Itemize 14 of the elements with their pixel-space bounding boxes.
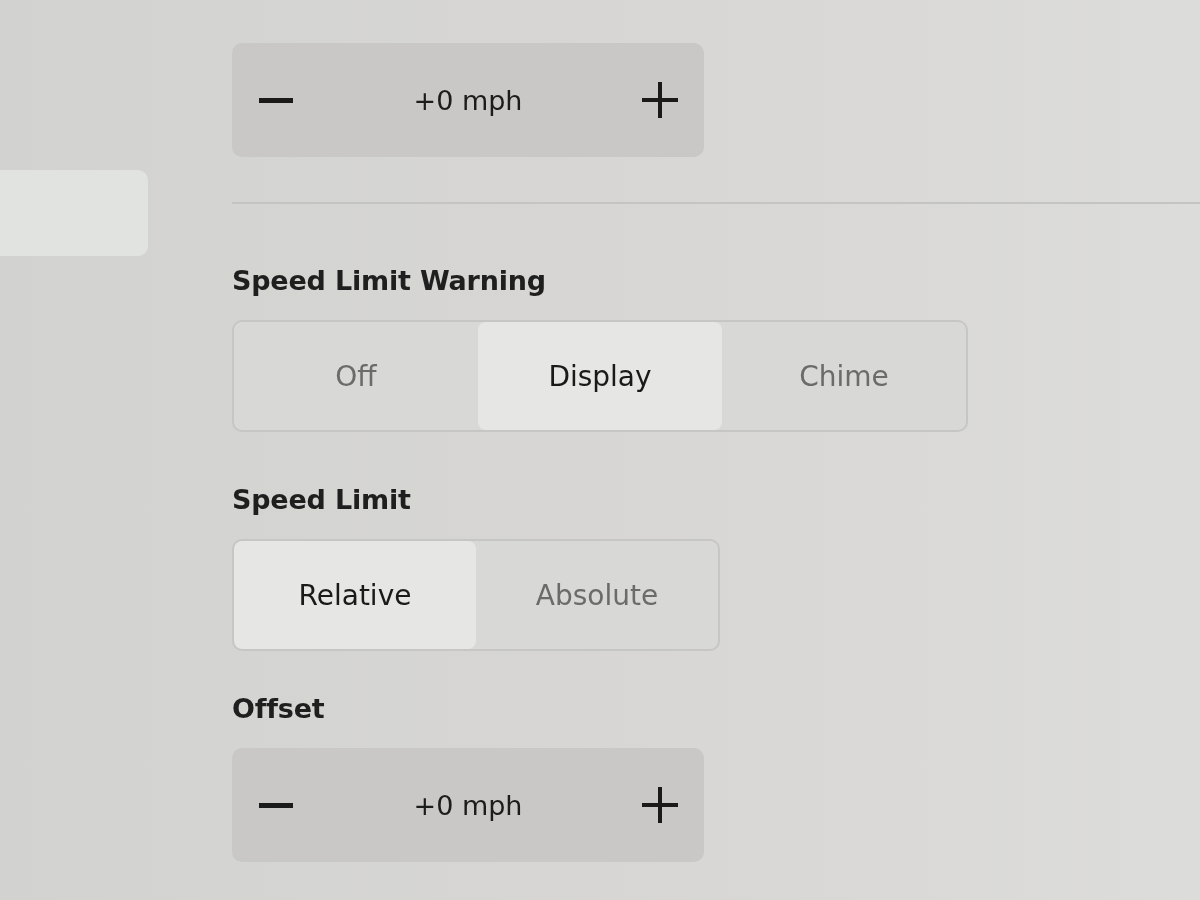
section-label: Offset <box>232 692 325 726</box>
segment-option[interactable]: Absolute <box>476 541 718 649</box>
plus-icon <box>642 82 678 118</box>
section-label: Speed Limit <box>232 483 411 517</box>
section-label: Speed Limit Warning <box>232 264 546 298</box>
segment-option[interactable]: Chime <box>722 322 966 430</box>
minus-icon <box>259 802 293 808</box>
segment-option[interactable]: Relative <box>234 541 476 649</box>
segment-option[interactable]: Display <box>478 322 722 430</box>
segment-option[interactable]: Off <box>234 322 478 430</box>
minus-icon <box>259 97 293 103</box>
stepper-value: +0 mph <box>413 789 523 821</box>
stepper-value: +0 mph <box>413 84 523 116</box>
plus-icon <box>642 787 678 823</box>
